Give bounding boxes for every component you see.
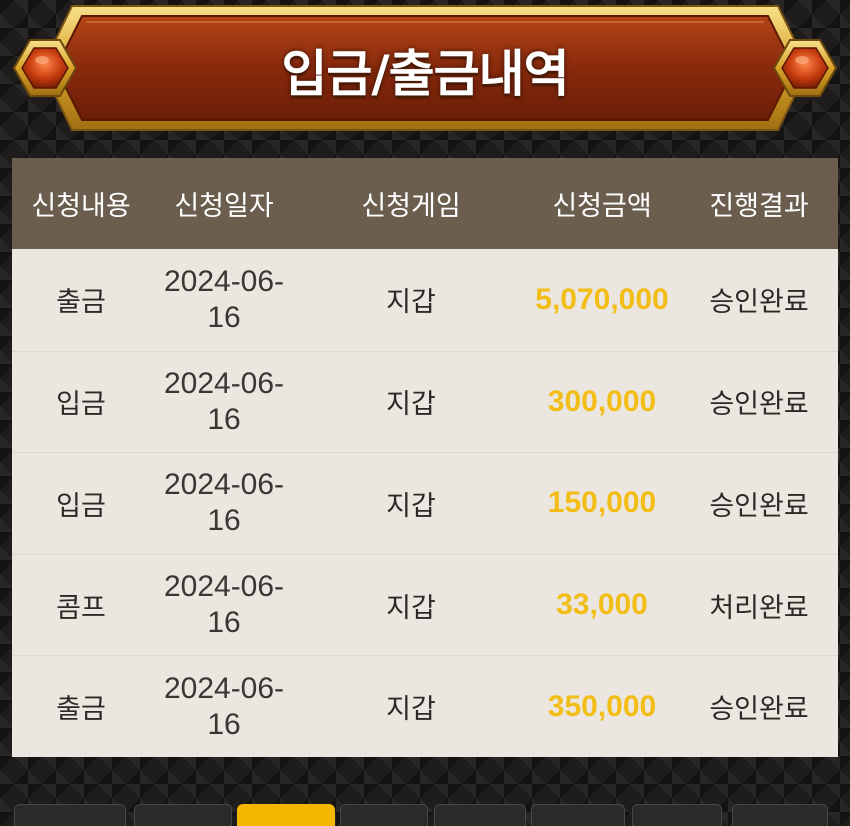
cell-amount: 350,000: [547, 689, 657, 723]
page-title: 입금/출금내역: [281, 45, 569, 103]
page-tab-prev[interactable]: [134, 804, 232, 826]
page-tab-current[interactable]: [237, 804, 335, 826]
column-header-game: 신청게임: [361, 191, 461, 222]
table-body: 출금 2024-06-16 지갑 5,070,000 승인완료 입금 2024-…: [12, 249, 838, 757]
cell-game: 지갑: [386, 389, 436, 421]
cell-game: 지갑: [386, 490, 436, 522]
column-header-status: 진행결과: [709, 191, 809, 222]
page-tab[interactable]: [434, 804, 526, 826]
cell-status: 승인완료: [709, 389, 809, 421]
cell-amount: 5,070,000: [535, 282, 669, 316]
title-banner: 입금/출금내역: [0, 0, 850, 140]
cell-date: 2024-06-16: [163, 264, 285, 334]
page-tab-first[interactable]: [14, 804, 126, 826]
column-header-date: 신청일자: [174, 191, 274, 222]
transaction-history-table: 신청내용 신청일자 신청게임 신청금액 진행결과 출금 2024-06-16 지…: [12, 158, 838, 757]
cell-type: 출금: [56, 287, 106, 319]
table-row: 입금 2024-06-16 지갑 150,000 승인완료: [12, 452, 838, 554]
cell-amount: 150,000: [547, 486, 657, 520]
page-tab[interactable]: [340, 804, 428, 826]
table-row: 콤프 2024-06-16 지갑 33,000 처리완료: [12, 553, 838, 656]
cell-date: 2024-06-16: [163, 468, 285, 538]
cell-type: 입금: [56, 389, 106, 421]
table-row: 출금 2024-06-16 지갑 5,070,000 승인완료: [12, 249, 838, 351]
cell-date: 2024-06-16: [163, 671, 285, 741]
cell-date: 2024-06-16: [163, 366, 285, 436]
cell-status: 처리완료: [709, 592, 809, 624]
page-tab-next-group[interactable]: [632, 804, 722, 826]
cell-game: 지갑: [386, 592, 436, 624]
page-tab-next[interactable]: [531, 804, 625, 826]
cell-type: 출금: [56, 694, 106, 726]
cell-status: 승인완료: [709, 287, 809, 319]
cell-amount: 300,000: [547, 384, 657, 418]
cell-status: 승인완료: [709, 490, 809, 522]
cell-type: 입금: [56, 490, 106, 522]
table-header: 신청내용 신청일자 신청게임 신청금액 진행결과: [12, 158, 838, 249]
table-row: 출금 2024-06-16 지갑 350,000 승인완료: [12, 655, 838, 757]
column-header-amount: 신청금액: [552, 191, 652, 222]
cell-date: 2024-06-16: [163, 570, 285, 640]
cell-type: 콤프: [56, 592, 106, 624]
table-row: 입금 2024-06-16 지갑 300,000 승인완료: [12, 350, 838, 453]
pagination-bar: [0, 804, 850, 826]
cell-game: 지갑: [386, 287, 436, 319]
column-header-type: 신청내용: [31, 191, 131, 222]
cell-amount: 33,000: [556, 588, 648, 622]
cell-game: 지갑: [386, 694, 436, 726]
cell-status: 승인완료: [709, 694, 809, 726]
page-tab-last[interactable]: [732, 804, 828, 826]
